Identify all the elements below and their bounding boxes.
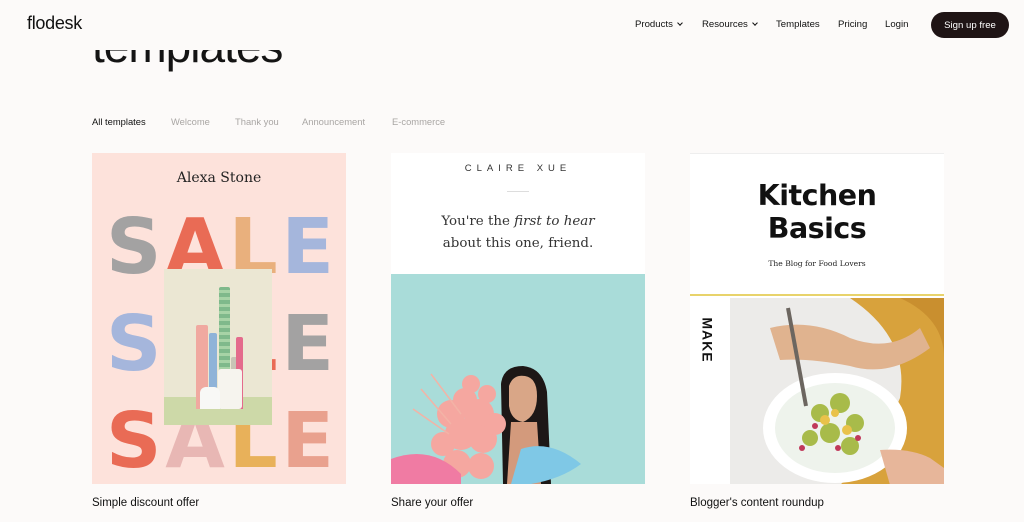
- template-caption[interactable]: Blogger's content roundup: [690, 497, 824, 509]
- nav-item-products[interactable]: Products: [635, 19, 683, 30]
- filter-welcome[interactable]: Welcome: [171, 116, 210, 127]
- preview-tagline: The Blog for Food Lovers: [768, 259, 866, 268]
- candle: [200, 387, 220, 409]
- nav-item-login[interactable]: Login: [885, 19, 908, 30]
- sale-letter: S: [106, 300, 164, 389]
- template-card-blogger-roundup[interactable]: Kitchen Basics The Blog for Food Lovers …: [690, 153, 944, 484]
- chevron-down-icon: [677, 20, 683, 26]
- sale-letter: E: [281, 300, 336, 389]
- preview-title: Kitchen Basics: [757, 179, 877, 245]
- divider: [690, 294, 944, 296]
- preview-name: CLAIRE XUE: [464, 163, 572, 174]
- template-caption[interactable]: Simple discount offer: [92, 497, 199, 509]
- filter-thank-you[interactable]: Thank you: [235, 116, 279, 127]
- preview-name: Alexa Stone: [176, 170, 262, 186]
- template-card-share-offer[interactable]: CLAIRE XUE You're the first to hear abou…: [391, 153, 645, 484]
- template-card-discount[interactable]: Alexa Stone SALE SALE SALE: [92, 153, 346, 484]
- nav-item-resources[interactable]: Resources: [702, 19, 758, 30]
- sign-up-button[interactable]: Sign up free: [931, 12, 1009, 38]
- salad-plate-photo: [730, 298, 944, 484]
- sale-letter: S: [106, 203, 164, 292]
- candle: [218, 369, 242, 409]
- top-nav: flodesk Products Resources Templates Pri…: [0, 0, 1024, 50]
- filter-announcement[interactable]: Announcement: [302, 116, 365, 127]
- woman-flowers-photo: [391, 274, 645, 484]
- sale-letter: E: [281, 203, 336, 292]
- flodesk-logo[interactable]: flodesk: [27, 13, 82, 34]
- filter-all-templates[interactable]: All templates: [92, 116, 146, 127]
- chevron-down-icon: [752, 20, 758, 26]
- preview-message: You're the first to hear about this one,…: [441, 214, 595, 251]
- photo-illustration: [391, 274, 645, 484]
- candles-photo: [164, 269, 272, 425]
- side-word: MAKE: [700, 317, 717, 363]
- nav-item-templates[interactable]: Templates: [776, 19, 820, 30]
- divider: [507, 191, 529, 192]
- nav-item-pricing[interactable]: Pricing: [838, 19, 867, 30]
- sale-letter: E: [281, 397, 336, 484]
- template-caption[interactable]: Share your offer: [391, 497, 473, 509]
- sale-letter: S: [106, 397, 164, 484]
- photo-illustration: [730, 298, 944, 484]
- filter-e-commerce[interactable]: E-commerce: [392, 116, 445, 127]
